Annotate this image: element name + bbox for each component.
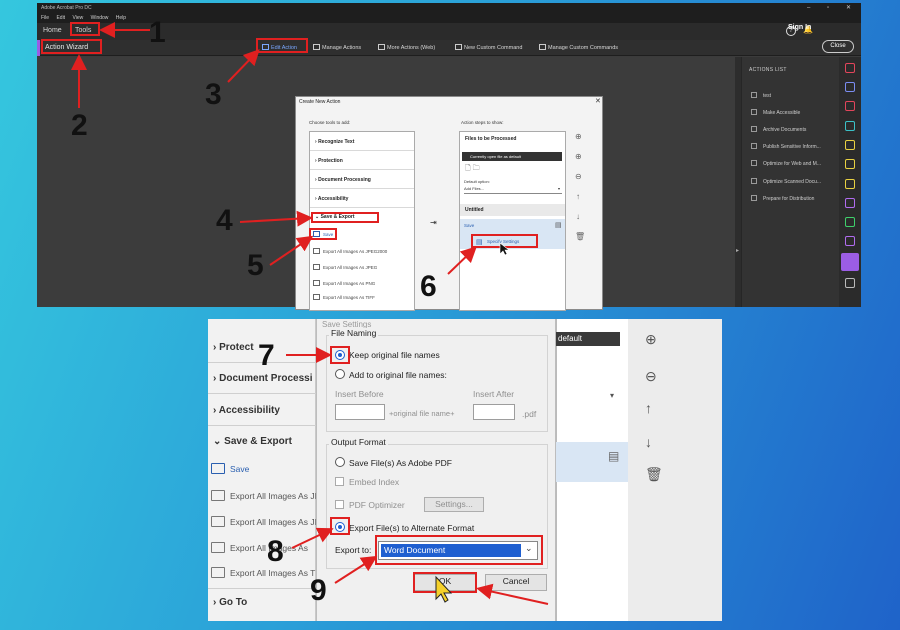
cursor-icon xyxy=(499,242,510,256)
step-number-1: 1 xyxy=(149,16,166,49)
arrow-9 xyxy=(334,555,378,584)
step-number-5: 5 xyxy=(247,249,264,282)
cursor-icon xyxy=(435,575,453,603)
step-number-8: 8 xyxy=(267,535,284,568)
arrow-3 xyxy=(227,49,260,83)
annotation-arrows xyxy=(71,22,549,605)
arrow-8 xyxy=(291,527,334,549)
step-number-9: 9 xyxy=(310,574,327,607)
arrow-ok xyxy=(476,583,549,605)
step-number-7: 7 xyxy=(258,339,275,372)
step-number-4: 4 xyxy=(216,204,233,237)
step-number-2: 2 xyxy=(71,109,88,142)
arrow-5 xyxy=(269,235,314,266)
arrow-4 xyxy=(239,210,313,227)
step-number-6: 6 xyxy=(420,270,437,303)
step-number-3: 3 xyxy=(205,78,222,111)
arrow-6 xyxy=(447,246,477,275)
